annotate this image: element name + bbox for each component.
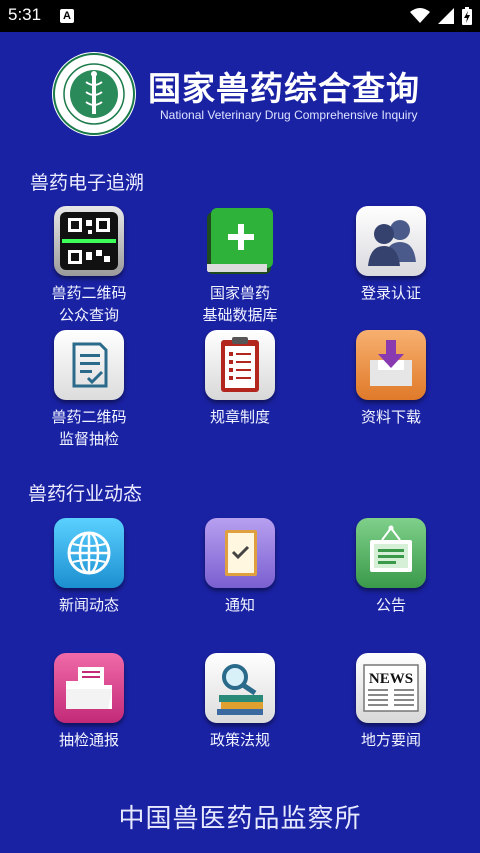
newspaper-headline: NEWS bbox=[369, 671, 413, 687]
tile-label: 兽药二维码 bbox=[51, 284, 127, 302]
wifi-icon bbox=[410, 8, 430, 23]
tile-label: 地方要闻 bbox=[360, 731, 421, 749]
footer-institution: 中国兽医药品监察所 bbox=[118, 804, 362, 834]
globe-icon bbox=[54, 518, 124, 588]
tile-label: 政策法规 bbox=[209, 731, 270, 749]
notification-a-icon: A bbox=[60, 9, 74, 23]
newspaper-icon: NEWS bbox=[356, 653, 426, 723]
tile-label: 资料下载 bbox=[360, 408, 421, 426]
app-header: 国家兽药综合查询 National Veterinary Drug Compre… bbox=[0, 32, 480, 142]
battery-icon bbox=[462, 7, 472, 25]
tile-announcement[interactable]: 公告 bbox=[316, 518, 466, 616]
status-icons bbox=[410, 7, 472, 25]
app-subtitle: National Veterinary Drug Comprehensive I… bbox=[160, 108, 418, 122]
tile-national-database[interactable]: 国家兽药 基础数据库 bbox=[165, 206, 315, 326]
tile-label: 监督抽检 bbox=[58, 430, 119, 448]
tile-qr-supervision[interactable]: 兽药二维码 监督抽检 bbox=[14, 330, 164, 450]
tile-label: 抽检通报 bbox=[58, 731, 119, 749]
tile-label: 公众查询 bbox=[58, 306, 119, 324]
users-icon bbox=[356, 206, 426, 276]
institute-seal-logo bbox=[52, 52, 136, 136]
tile-regulations[interactable]: 规章制度 bbox=[165, 330, 315, 428]
tile-local-news[interactable]: NEWS 地方要闻 bbox=[316, 653, 466, 751]
notebook-check-icon bbox=[205, 518, 275, 588]
tile-downloads[interactable]: 资料下载 bbox=[316, 330, 466, 428]
tile-login-auth[interactable]: 登录认证 bbox=[316, 206, 466, 304]
tile-label: 通知 bbox=[224, 596, 255, 614]
tile-label: 兽药二维码 bbox=[51, 408, 127, 426]
magnifier-books-icon bbox=[205, 653, 275, 723]
tile-sampling-report[interactable]: 抽检通报 bbox=[14, 653, 164, 751]
tile-label: 公告 bbox=[375, 596, 406, 614]
tile-news[interactable]: 新闻动态 bbox=[14, 518, 164, 616]
green-book-plus-icon bbox=[205, 206, 275, 276]
tile-notice[interactable]: 通知 bbox=[165, 518, 315, 616]
status-time: 5:31 bbox=[8, 5, 42, 24]
clipboard-checklist-icon bbox=[205, 330, 275, 400]
tile-label: 基础数据库 bbox=[202, 306, 278, 324]
qr-scan-icon bbox=[54, 206, 124, 276]
section-title-trace: 兽药电子追溯 bbox=[30, 172, 145, 194]
section-title-news: 兽药行业动态 bbox=[28, 483, 143, 505]
app-title: 国家兽药综合查询 bbox=[148, 69, 420, 108]
document-check-icon bbox=[54, 330, 124, 400]
download-tray-icon bbox=[356, 330, 426, 400]
tile-qr-public-query[interactable]: 兽药二维码 公众查询 bbox=[14, 206, 164, 326]
open-folder-icon bbox=[54, 653, 124, 723]
cell-signal-icon bbox=[438, 8, 454, 24]
tile-policy[interactable]: 政策法规 bbox=[165, 653, 315, 751]
tile-label: 规章制度 bbox=[209, 408, 270, 426]
bulletin-board-icon bbox=[356, 518, 426, 588]
status-bar: 5:31 A bbox=[0, 0, 480, 32]
tile-label: 国家兽药 bbox=[209, 284, 270, 302]
tile-label: 登录认证 bbox=[360, 284, 421, 302]
tile-label: 新闻动态 bbox=[58, 596, 119, 614]
